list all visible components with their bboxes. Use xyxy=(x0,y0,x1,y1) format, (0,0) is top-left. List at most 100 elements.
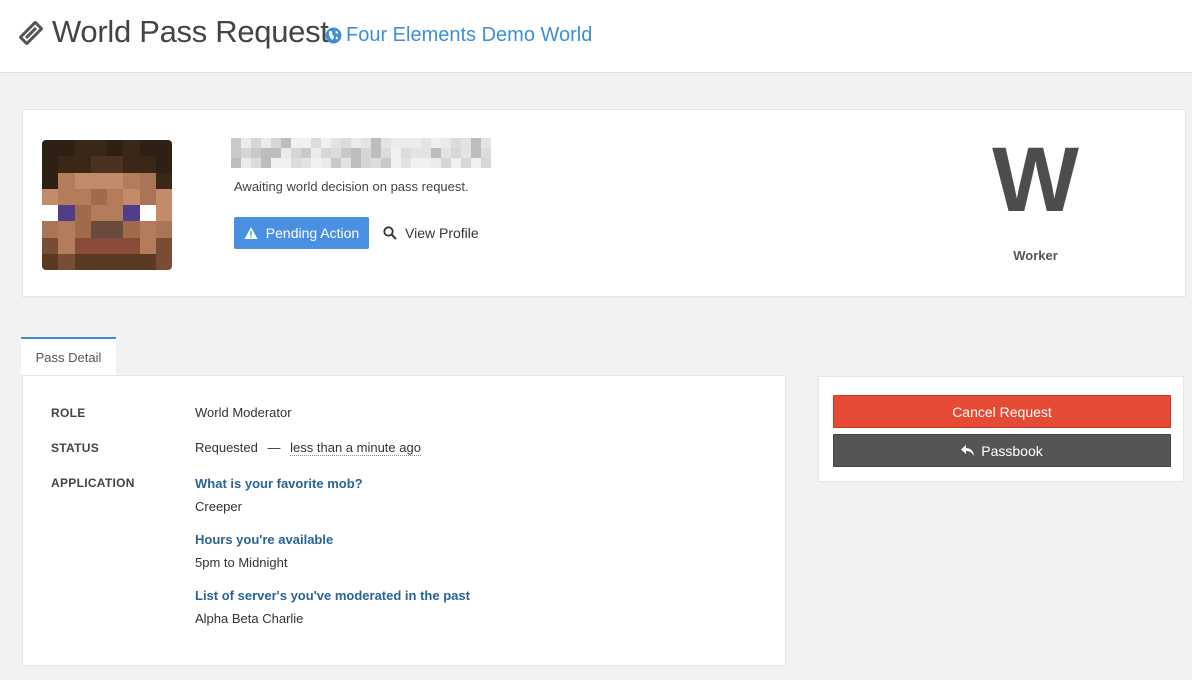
redaction-pixel xyxy=(281,138,291,148)
redaction-pixel xyxy=(331,148,341,158)
redaction-pixel xyxy=(471,148,481,158)
redaction-pixel xyxy=(371,138,381,148)
redaction-pixel xyxy=(311,148,321,158)
avatar-pixel xyxy=(155,156,172,173)
redaction-pixel xyxy=(231,148,241,158)
redaction-pixel xyxy=(251,158,261,168)
redaction-pixel xyxy=(441,148,451,158)
avatar-pixel xyxy=(90,205,107,222)
role-value: World Moderator xyxy=(195,405,292,420)
avatar-pixel xyxy=(74,253,91,270)
avatar-pixel xyxy=(74,172,91,189)
avatar-pixel xyxy=(107,140,124,157)
avatar-pixel xyxy=(42,156,59,173)
redaction-pixel xyxy=(271,158,281,168)
redaction-pixel xyxy=(361,138,371,148)
avatar-pixel xyxy=(155,237,172,254)
avatar-pixel xyxy=(139,140,156,157)
redaction-pixel xyxy=(321,158,331,168)
redaction-pixel xyxy=(401,148,411,158)
redaction-pixel xyxy=(261,158,271,168)
redaction-pixel xyxy=(251,138,261,148)
tab-pass-detail[interactable]: Pass Detail xyxy=(21,337,116,375)
avatar-pixel xyxy=(42,221,59,238)
avatar-pixel xyxy=(58,188,75,205)
avatar-pixel xyxy=(90,253,107,270)
application-answer: Alpha Beta Charlie xyxy=(195,611,304,626)
redaction-pixel xyxy=(291,158,301,168)
view-profile-link[interactable]: View Profile xyxy=(383,225,479,241)
redaction-pixel xyxy=(321,148,331,158)
cancel-request-button[interactable]: Cancel Request xyxy=(833,395,1171,428)
redaction-pixel xyxy=(411,138,421,148)
avatar-pixel xyxy=(90,221,107,238)
application-answer: 5pm to Midnight xyxy=(195,555,288,570)
passbook-button[interactable]: Passbook xyxy=(833,434,1171,467)
status-value-row: Requested — less than a minute ago xyxy=(195,440,421,456)
pending-action-button[interactable]: Pending Action xyxy=(234,217,369,249)
redaction-pixel xyxy=(381,158,391,168)
avatar-pixel xyxy=(58,140,75,157)
redaction-pixel xyxy=(231,158,241,168)
redaction-pixel xyxy=(391,158,401,168)
avatar-pixel xyxy=(123,253,140,270)
globe-icon xyxy=(325,27,342,44)
redaction-pixel xyxy=(351,138,361,148)
role-label: ROLE xyxy=(51,406,86,420)
redaction-pixel xyxy=(291,148,301,158)
status-value: Requested xyxy=(195,440,258,455)
avatar-pixel xyxy=(155,205,172,222)
application-question: What is your favorite mob? xyxy=(195,476,363,491)
warning-icon xyxy=(244,227,258,239)
redacted-username xyxy=(231,138,491,168)
redaction-pixel xyxy=(341,158,351,168)
passbook-label: Passbook xyxy=(981,442,1043,459)
redaction-pixel xyxy=(281,158,291,168)
actions-panel: Cancel Request Passbook xyxy=(818,376,1184,482)
redaction-pixel xyxy=(361,148,371,158)
avatar-pixel xyxy=(42,205,59,222)
avatar-pixel xyxy=(107,172,124,189)
application-question: Hours you're available xyxy=(195,532,334,547)
redaction-pixel xyxy=(481,158,491,168)
search-icon xyxy=(383,226,397,240)
redaction-pixel xyxy=(441,158,451,168)
avatar-pixel xyxy=(107,237,124,254)
redaction-pixel xyxy=(431,148,441,158)
avatar xyxy=(42,140,172,270)
redaction-pixel xyxy=(451,148,461,158)
redaction-pixel xyxy=(391,148,401,158)
avatar-pixel xyxy=(58,156,75,173)
redaction-pixel xyxy=(291,138,301,148)
redaction-pixel xyxy=(431,138,441,148)
avatar-pixel xyxy=(123,156,140,173)
avatar-pixel xyxy=(107,188,124,205)
redaction-pixel xyxy=(471,158,481,168)
redaction-pixel xyxy=(371,148,381,158)
redaction-pixel xyxy=(271,148,281,158)
ticket-icon xyxy=(19,21,43,45)
world-link[interactable]: Four Elements Demo World xyxy=(325,24,592,47)
avatar-pixel xyxy=(139,172,156,189)
application-label: APPLICATION xyxy=(51,476,135,490)
avatar-pixel xyxy=(107,253,124,270)
avatar-pixel xyxy=(58,172,75,189)
avatar-pixel xyxy=(74,205,91,222)
redaction-pixel xyxy=(451,138,461,148)
page-title: World Pass Request xyxy=(52,14,329,49)
redaction-pixel xyxy=(231,138,241,148)
redaction-pixel xyxy=(431,158,441,168)
redaction-pixel xyxy=(331,138,341,148)
avatar-pixel xyxy=(139,156,156,173)
avatar-pixel xyxy=(42,140,59,157)
redaction-pixel xyxy=(351,148,361,158)
avatar-pixel xyxy=(42,237,59,254)
redaction-pixel xyxy=(351,158,361,168)
redaction-pixel xyxy=(241,158,251,168)
avatar-pixel xyxy=(107,221,124,238)
redaction-pixel xyxy=(261,148,271,158)
avatar-pixel xyxy=(74,188,91,205)
application-answer: Creeper xyxy=(195,499,242,514)
avatar-pixel xyxy=(123,172,140,189)
view-profile-label: View Profile xyxy=(405,225,479,241)
